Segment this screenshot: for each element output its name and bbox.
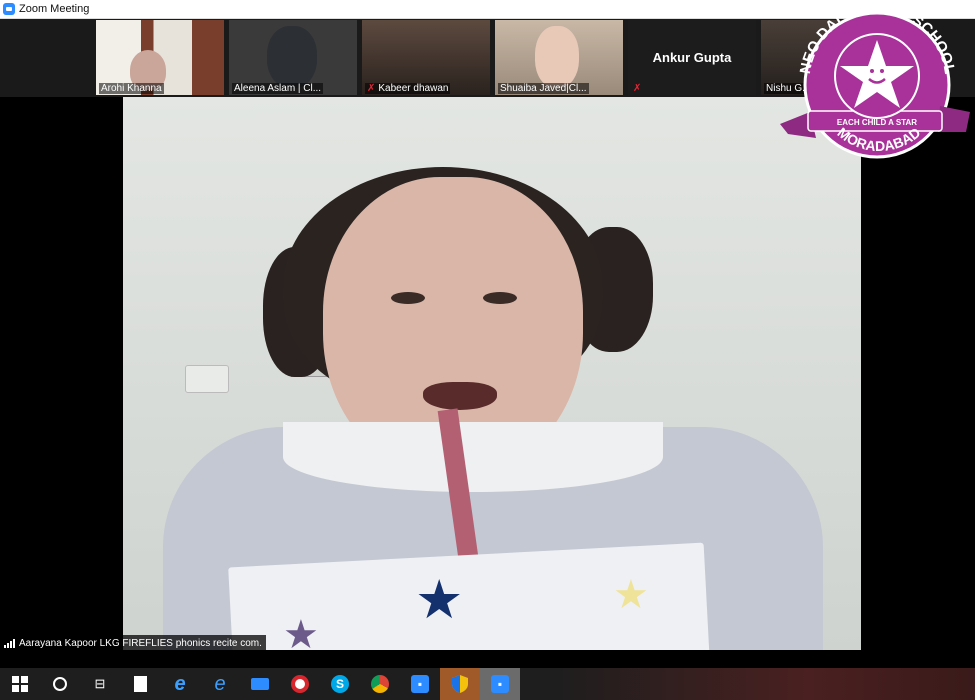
edge-button[interactable]: e <box>160 668 200 700</box>
participant-name-label: Aleena Aslam | Cl... <box>232 83 324 94</box>
school-logo: NEO DALES PLAY SCHOOL EACH CHILD A STAR … <box>780 8 970 159</box>
active-speaker-name: Aarayana Kapoor LKG FIREFLIES phonics re… <box>19 637 262 649</box>
participant-name-label: Arohi Khanna <box>99 83 164 94</box>
zoom-button[interactable]: ▪ <box>400 668 440 700</box>
zoom-app-icon <box>3 3 15 15</box>
chrome-button[interactable] <box>360 668 400 700</box>
gold-star-icon: ★ <box>613 573 649 617</box>
cortana-search-icon <box>53 677 67 691</box>
opera-icon <box>291 675 309 693</box>
active-speaker-nameplate: Aarayana Kapoor LKG FIREFLIES phonics re… <box>0 635 266 651</box>
internet-explorer-icon: e <box>214 672 226 695</box>
eye-left <box>391 292 425 304</box>
windows-taskbar: ⊟ e e S ▪ ▪ <box>0 668 975 700</box>
zoom-meeting-active-icon: ▪ <box>491 675 509 693</box>
task-view-icon: ⊟ <box>94 676 106 691</box>
uniform-collar <box>283 422 663 492</box>
windows-start-button[interactable] <box>0 668 40 700</box>
file-icon <box>133 676 147 692</box>
active-speaker-video: ★ ★ ★ <box>123 97 861 650</box>
taskbar-background <box>555 668 975 700</box>
mouth <box>423 382 497 410</box>
signal-strength-icon <box>4 638 15 648</box>
opera-button[interactable] <box>280 668 320 700</box>
wall-socket <box>185 365 229 393</box>
participant-person <box>267 26 317 88</box>
mail-icon <box>251 678 269 690</box>
mail-button[interactable] <box>240 668 280 700</box>
participant-tile-kabeer-dhawan[interactable]: ✗ Kabeer dhawan <box>362 20 490 95</box>
mic-muted-icon: ✗ <box>367 83 376 94</box>
windows-start-icon <box>12 676 28 692</box>
logo-ribbon-text: EACH CHILD A STAR <box>837 118 917 127</box>
participant-name-large: Ankur Gupta <box>652 50 732 65</box>
cortana-search-button[interactable] <box>40 668 80 700</box>
internet-explorer-button[interactable]: e <box>200 668 240 700</box>
purple-star-icon: ★ <box>283 613 319 650</box>
security-shield-icon <box>452 675 468 693</box>
zoom-icon: ▪ <box>411 675 429 693</box>
mic-muted-icon: ✗ <box>633 83 642 94</box>
skype-icon: S <box>331 675 349 693</box>
blue-star-icon: ★ <box>415 570 464 630</box>
participant-name-label: ✗ Kabeer dhawan <box>365 83 451 94</box>
participant-tile-ankur-gupta[interactable]: Ankur Gupta ✗ <box>628 20 756 95</box>
task-view-button[interactable]: ⊟ <box>80 668 120 700</box>
participant-name-label: Shuaiba Javed|Cl... <box>498 83 589 94</box>
participant-tile-shuaiba-javed[interactable]: Shuaiba Javed|Cl... <box>495 20 623 95</box>
file-button[interactable] <box>120 668 160 700</box>
participant-tile-arohi-khanna[interactable]: Arohi Khanna <box>96 20 224 95</box>
edge-icon: e <box>174 672 186 695</box>
participant-person <box>535 26 579 88</box>
participant-status: ✗ <box>631 83 646 94</box>
window-title: Zoom Meeting <box>19 3 90 15</box>
participant-tile-aleena-aslam[interactable]: Aleena Aslam | Cl... <box>229 20 357 95</box>
zoom-meeting-active-button[interactable]: ▪ <box>480 668 520 700</box>
security-shield-button[interactable] <box>440 668 480 700</box>
skype-button[interactable]: S <box>320 668 360 700</box>
logo-ribbon-right <box>938 106 970 132</box>
eye-right <box>483 292 517 304</box>
chrome-icon <box>371 675 389 693</box>
